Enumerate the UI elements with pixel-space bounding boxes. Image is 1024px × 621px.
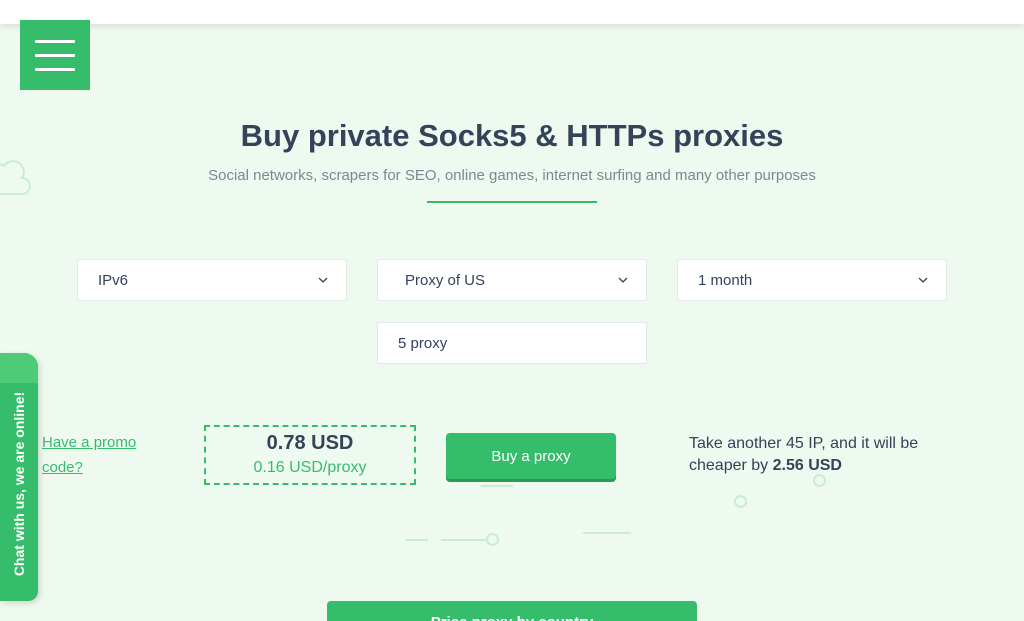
price-by-country-button[interactable]: Price proxy by country [327, 601, 697, 621]
country-select[interactable]: Proxy of US [377, 259, 647, 301]
decorative-circle [734, 495, 747, 508]
promo-code-link[interactable]: Have a promo code? [42, 430, 162, 480]
top-bar [0, 0, 1024, 24]
protocol-select-value: IPv6 [98, 271, 129, 289]
price-total: 0.78 USD [266, 432, 354, 454]
chevron-down-icon [308, 259, 338, 301]
country-select-value: Proxy of US [405, 271, 486, 289]
chat-widget-label[interactable]: Chat with us, we are online! [11, 392, 27, 576]
chevron-down-icon [608, 259, 638, 301]
period-select-value: 1 month [698, 271, 753, 289]
page-subtitle: Social networks, scrapers for SEO, onlin… [208, 167, 816, 184]
decorative-line [481, 485, 513, 487]
quantity-input-value: 5 proxy [398, 334, 448, 352]
hamburger-menu-icon-bar [35, 67, 75, 71]
price-per-proxy: 0.16 USD/proxy [253, 459, 367, 476]
decorative-line [583, 532, 631, 534]
menu-button[interactable] [20, 20, 90, 90]
bulk-offer-amount: 2.56 USD [772, 457, 842, 474]
chevron-down-icon [908, 259, 938, 301]
chat-tab-cap [0, 353, 38, 383]
page-title: Buy private Socks5 & HTTPs proxies [240, 118, 784, 153]
protocol-select[interactable]: IPv6 [77, 259, 347, 301]
quantity-input[interactable]: 5 proxy [377, 322, 647, 364]
decorative-line [406, 539, 428, 541]
hamburger-menu-icon [35, 39, 75, 43]
bulk-offer-text: Take another 45 IP, and it will be cheap… [689, 433, 969, 477]
title-divider [427, 201, 597, 203]
period-select[interactable]: 1 month [677, 259, 947, 301]
decorative-line [441, 539, 488, 541]
buy-proxy-button[interactable]: Buy a proxy [446, 433, 616, 479]
price-box: 0.78 USD 0.16 USD/proxy [204, 425, 416, 485]
decorative-circle [813, 474, 826, 487]
decorative-circle [486, 533, 499, 546]
hamburger-menu-icon-bar [35, 53, 75, 57]
